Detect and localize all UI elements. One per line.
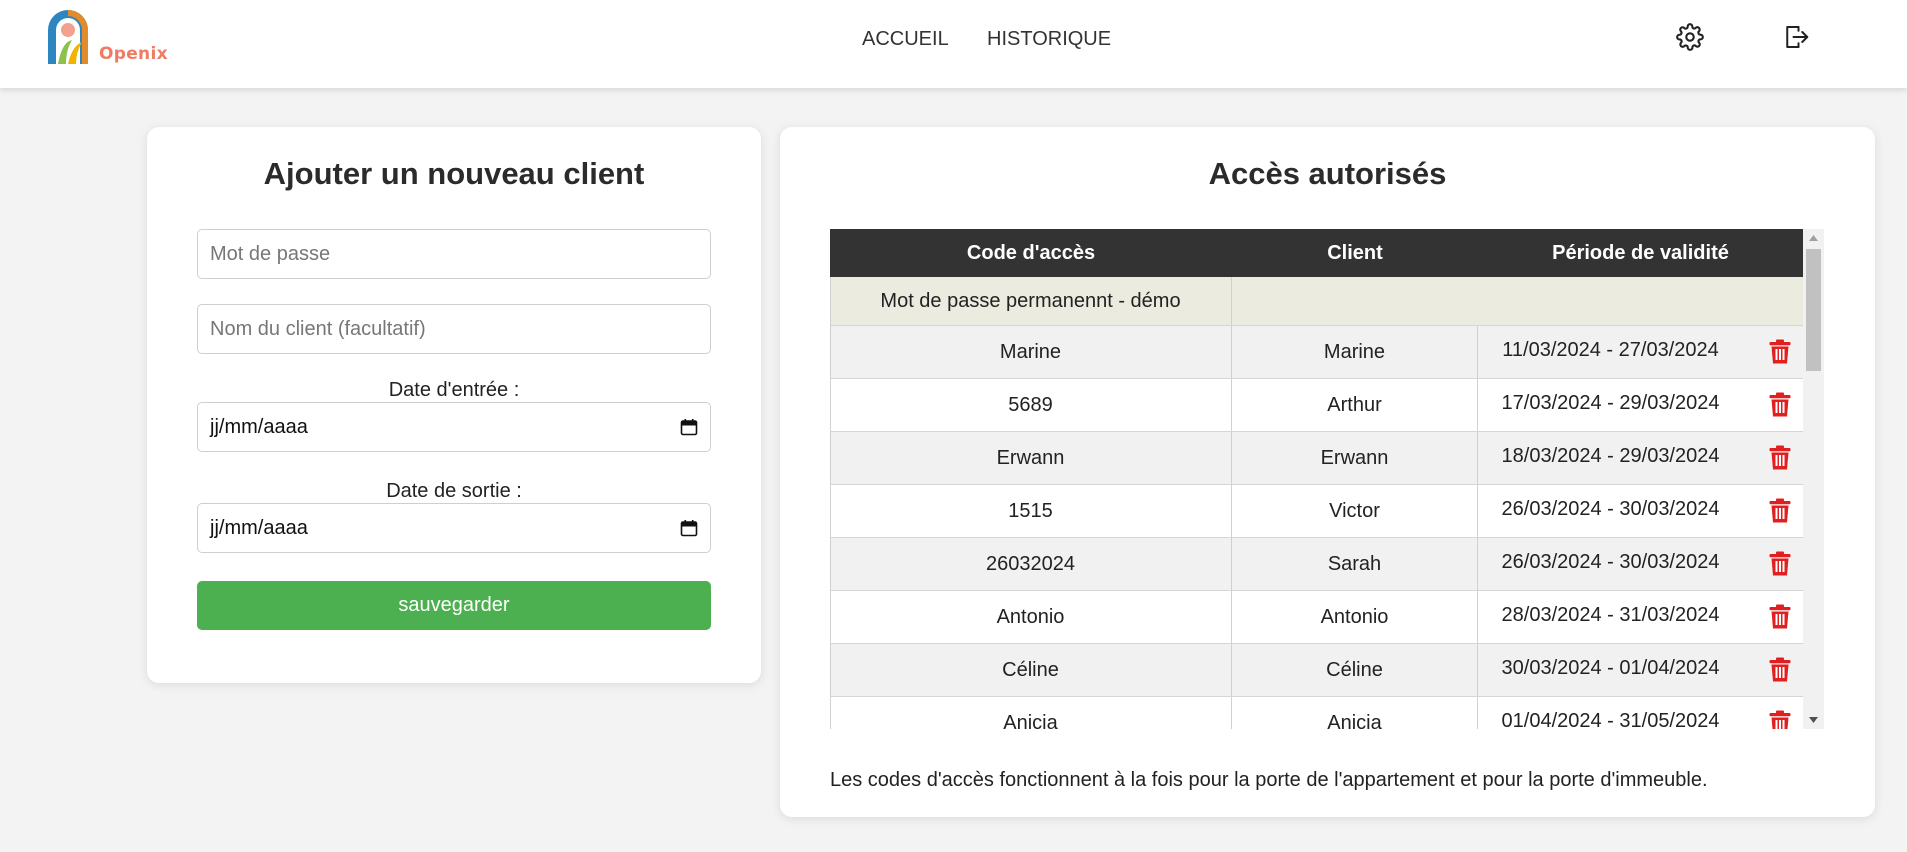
client-cell: Anicia [1232, 697, 1478, 729]
calendar-icon[interactable] [680, 519, 698, 537]
table-left-border [830, 277, 831, 729]
password-input[interactable]: Mot de passe [197, 229, 711, 279]
add-client-card: Ajouter un nouveau client Mot de passe N… [147, 127, 761, 683]
validity-period-cell: 28/03/2024 - 31/03/2024 [1501, 603, 1720, 626]
client-cell: Victor [1232, 485, 1478, 537]
table-row: 1515 Victor 26/03/2024 - 30/03/2024 [830, 485, 1803, 538]
access-code-cell: Antonio [830, 591, 1232, 643]
password-placeholder: Mot de passe [210, 242, 331, 265]
scroll-down-arrow-icon[interactable] [1803, 711, 1824, 729]
delete-trash-icon[interactable] [1769, 657, 1791, 682]
validity-period-cell: 30/03/2024 - 01/04/2024 [1501, 656, 1720, 679]
delete-trash-icon[interactable] [1769, 498, 1791, 523]
delete-trash-icon[interactable] [1769, 392, 1791, 417]
column-header-client: Client [1327, 241, 1383, 264]
validity-period-cell: 01/04/2024 - 31/05/2024 [1501, 709, 1720, 730]
access-code-cell: 1515 [830, 485, 1232, 537]
access-table-scroll[interactable]: Code d'accès Client Période de validité … [830, 229, 1830, 729]
table-row: 5689 Arthur 17/03/2024 - 29/03/2024 [830, 379, 1803, 432]
access-codes-note: Les codes d'accès fonctionnent à la fois… [830, 769, 1708, 791]
table-row: Marine Marine 11/03/2024 - 27/03/2024 [830, 326, 1803, 379]
entry-date-value: jj/mm/aaaa [210, 415, 308, 438]
delete-trash-icon[interactable] [1769, 339, 1791, 364]
client-name-input[interactable]: Nom du client (facultatif) [197, 304, 711, 354]
delete-trash-icon[interactable] [1769, 551, 1791, 576]
table-row: Céline Céline 30/03/2024 - 01/04/2024 [830, 644, 1803, 697]
save-button[interactable]: sauvegarder [197, 581, 711, 630]
nav-home-link[interactable]: ACCUEIL [862, 28, 949, 51]
client-cell: Erwann [1232, 432, 1478, 484]
gear-icon [1676, 23, 1704, 51]
validity-period-cell: 26/03/2024 - 30/03/2024 [1501, 550, 1720, 573]
delete-trash-icon[interactable] [1769, 710, 1791, 729]
access-code-cell: Céline [830, 644, 1232, 696]
access-title: Accès autorisés [1208, 156, 1447, 191]
exit-date-input[interactable]: jj/mm/aaaa [197, 503, 711, 553]
entry-date-label: Date d'entrée : [388, 379, 520, 401]
logout-icon [1786, 26, 1809, 48]
access-code-cell: 5689 [830, 379, 1232, 431]
client-name-placeholder: Nom du client (facultatif) [210, 317, 426, 340]
client-cell: Céline [1232, 644, 1478, 696]
validity-period-cell: 18/03/2024 - 29/03/2024 [1501, 444, 1720, 467]
entry-date-input[interactable]: jj/mm/aaaa [197, 402, 711, 452]
access-card: Accès autorisés Code d'accès Client Péri… [780, 127, 1875, 817]
delete-trash-icon[interactable] [1769, 445, 1791, 470]
permanent-password-row: Mot de passe permanennt - démo [830, 277, 1803, 326]
column-header-period: Période de validité [1552, 241, 1729, 264]
top-header: Openix ACCUEIL HISTORIQUE [0, 0, 1907, 88]
table-row: 26032024 Sarah 26/03/2024 - 30/03/2024 [830, 538, 1803, 591]
access-code-cell: Marine [830, 326, 1232, 378]
table-row: Erwann Erwann 18/03/2024 - 29/03/2024 [830, 432, 1803, 485]
table-scrollbar[interactable] [1803, 229, 1824, 729]
scrollbar-thumb[interactable] [1806, 249, 1821, 371]
logout-button[interactable] [1779, 20, 1813, 54]
calendar-icon[interactable] [680, 418, 698, 436]
validity-period-cell: 26/03/2024 - 30/03/2024 [1501, 497, 1720, 520]
validity-period-cell: 17/03/2024 - 29/03/2024 [1501, 391, 1720, 414]
access-code-cell: 26032024 [830, 538, 1232, 590]
permanent-password-label: Mot de passe permanennt - démo [830, 277, 1232, 325]
exit-date-label: Date de sortie : [386, 480, 522, 502]
settings-button[interactable] [1673, 20, 1707, 54]
column-header-code: Code d'accès [966, 241, 1096, 264]
access-code-cell: Erwann [830, 432, 1232, 484]
client-cell: Antonio [1232, 591, 1478, 643]
client-cell: Sarah [1232, 538, 1478, 590]
nav-history-link[interactable]: HISTORIQUE [987, 28, 1111, 51]
add-client-title: Ajouter un nouveau client [263, 156, 645, 191]
brand-name: Openix [99, 44, 168, 64]
table-row: Antonio Antonio 28/03/2024 - 31/03/2024 [830, 591, 1803, 644]
scroll-up-arrow-icon[interactable] [1803, 229, 1824, 247]
access-code-cell: Anicia [830, 697, 1232, 729]
table-header: Code d'accès Client Période de validité [830, 229, 1803, 277]
client-cell: Arthur [1232, 379, 1478, 431]
table-row: Anicia Anicia 01/04/2024 - 31/05/2024 [830, 697, 1803, 729]
exit-date-value: jj/mm/aaaa [210, 516, 308, 539]
validity-period-cell: 11/03/2024 - 27/03/2024 [1502, 338, 1719, 361]
delete-trash-icon[interactable] [1769, 604, 1791, 629]
client-cell: Marine [1232, 326, 1478, 378]
